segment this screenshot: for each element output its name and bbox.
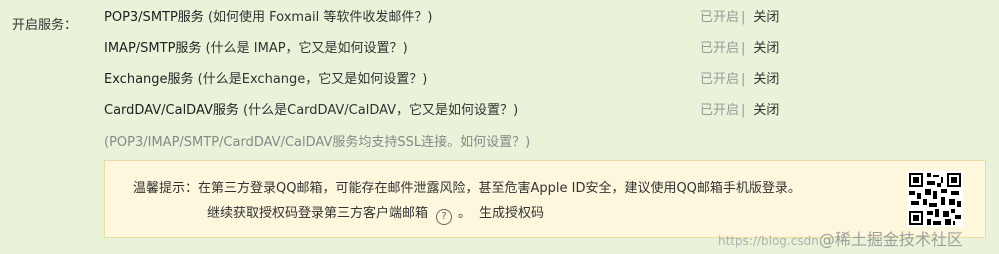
auth-code-text: 继续获取授权码登录第三方客户端邮箱 [207,206,429,221]
paren-open: ( [203,10,214,25]
service-help-link[interactable]: 如何使用 Foxmail 等软件收发邮件？ [213,10,427,25]
service-name: Exchange服务 [104,72,194,87]
paren-close: ) [427,10,433,25]
disable-link[interactable]: 关闭 [753,72,779,87]
status-enabled-text: 已开启 [700,103,740,118]
service-row-pop3: POP3/SMTP服务 (如何使用 Foxmail 等软件收发邮件？) [104,7,433,29]
service-row-exchange: Exchange服务 (什么是Exchange，它又是如何设置？) [104,69,427,91]
status-enabled-text: 已开启 [700,10,740,25]
service-help-link[interactable]: 什么是CardDAV/CalDAV，它又是如何设置？ [248,103,513,118]
paren-close: ) [513,103,519,118]
generate-auth-code-button[interactable]: 生成授权码 [479,206,544,221]
watermark-brand: @稀土掘金技术社区 [818,230,963,249]
status-separator: | [741,41,746,56]
disable-link[interactable]: 关闭 [753,10,779,25]
service-row-carddav: CardDAV/CalDAV服务 (什么是CardDAV/CalDAV，它又是如… [104,100,518,122]
qr-code-icon [907,171,963,227]
paren-close: ) [422,72,428,87]
help-circle-icon[interactable]: ? [436,209,453,225]
watermark-url: https://blog.csdn [718,234,819,248]
paren-close: ) [402,41,408,56]
auth-code-period: 。 [458,206,472,221]
paren-open: ( [201,41,211,56]
service-help-link[interactable]: 什么是 IMAP，它又是如何设置？ [211,41,403,56]
paren-open: ( [238,103,249,118]
service-help-link[interactable]: 什么是Exchange，它又是如何设置？ [203,72,423,87]
auth-code-line: 继续获取授权码登录第三方客户端邮箱? 。生成授权码 [207,202,544,225]
status-separator: | [741,10,746,25]
status-separator: | [741,103,746,118]
status-separator: | [741,72,746,87]
status-enabled-text: 已开启 [700,72,740,87]
service-row-imap: IMAP/SMTP服务 (什么是 IMAP，它又是如何设置？) [104,38,408,60]
service-name: IMAP/SMTP服务 [104,41,202,56]
service-status-pop3: 已开启 | 关闭 [700,7,779,29]
service-status-carddav: 已开启 | 关闭 [700,100,779,122]
service-status-imap: 已开启 | 关闭 [700,38,779,60]
service-name: POP3/SMTP服务 [104,10,204,25]
disable-link[interactable]: 关闭 [753,41,779,56]
service-status-exchange: 已开启 | 关闭 [700,69,779,91]
section-label: 开启服务： [12,18,78,33]
status-enabled-text: 已开启 [700,41,740,56]
security-tip-text: 温馨提示：在第三方登录QQ邮箱，可能存在邮件泄露风险，甚至危害Apple ID安… [133,181,801,196]
paren-open: ( [193,72,203,87]
mail-settings-panel: 开启服务： POP3/SMTP服务 (如何使用 Foxmail 等软件收发邮件？… [0,0,999,254]
ssl-support-link[interactable]: (POP3/IMAP/SMTP/CardDAV/CalDAV服务均支持SSL连接… [104,132,530,154]
watermark: https://blog.csdn@稀土掘金技术社区 [718,226,963,250]
disable-link[interactable]: 关闭 [753,103,779,118]
service-name: CardDAV/CalDAV服务 [104,103,239,118]
